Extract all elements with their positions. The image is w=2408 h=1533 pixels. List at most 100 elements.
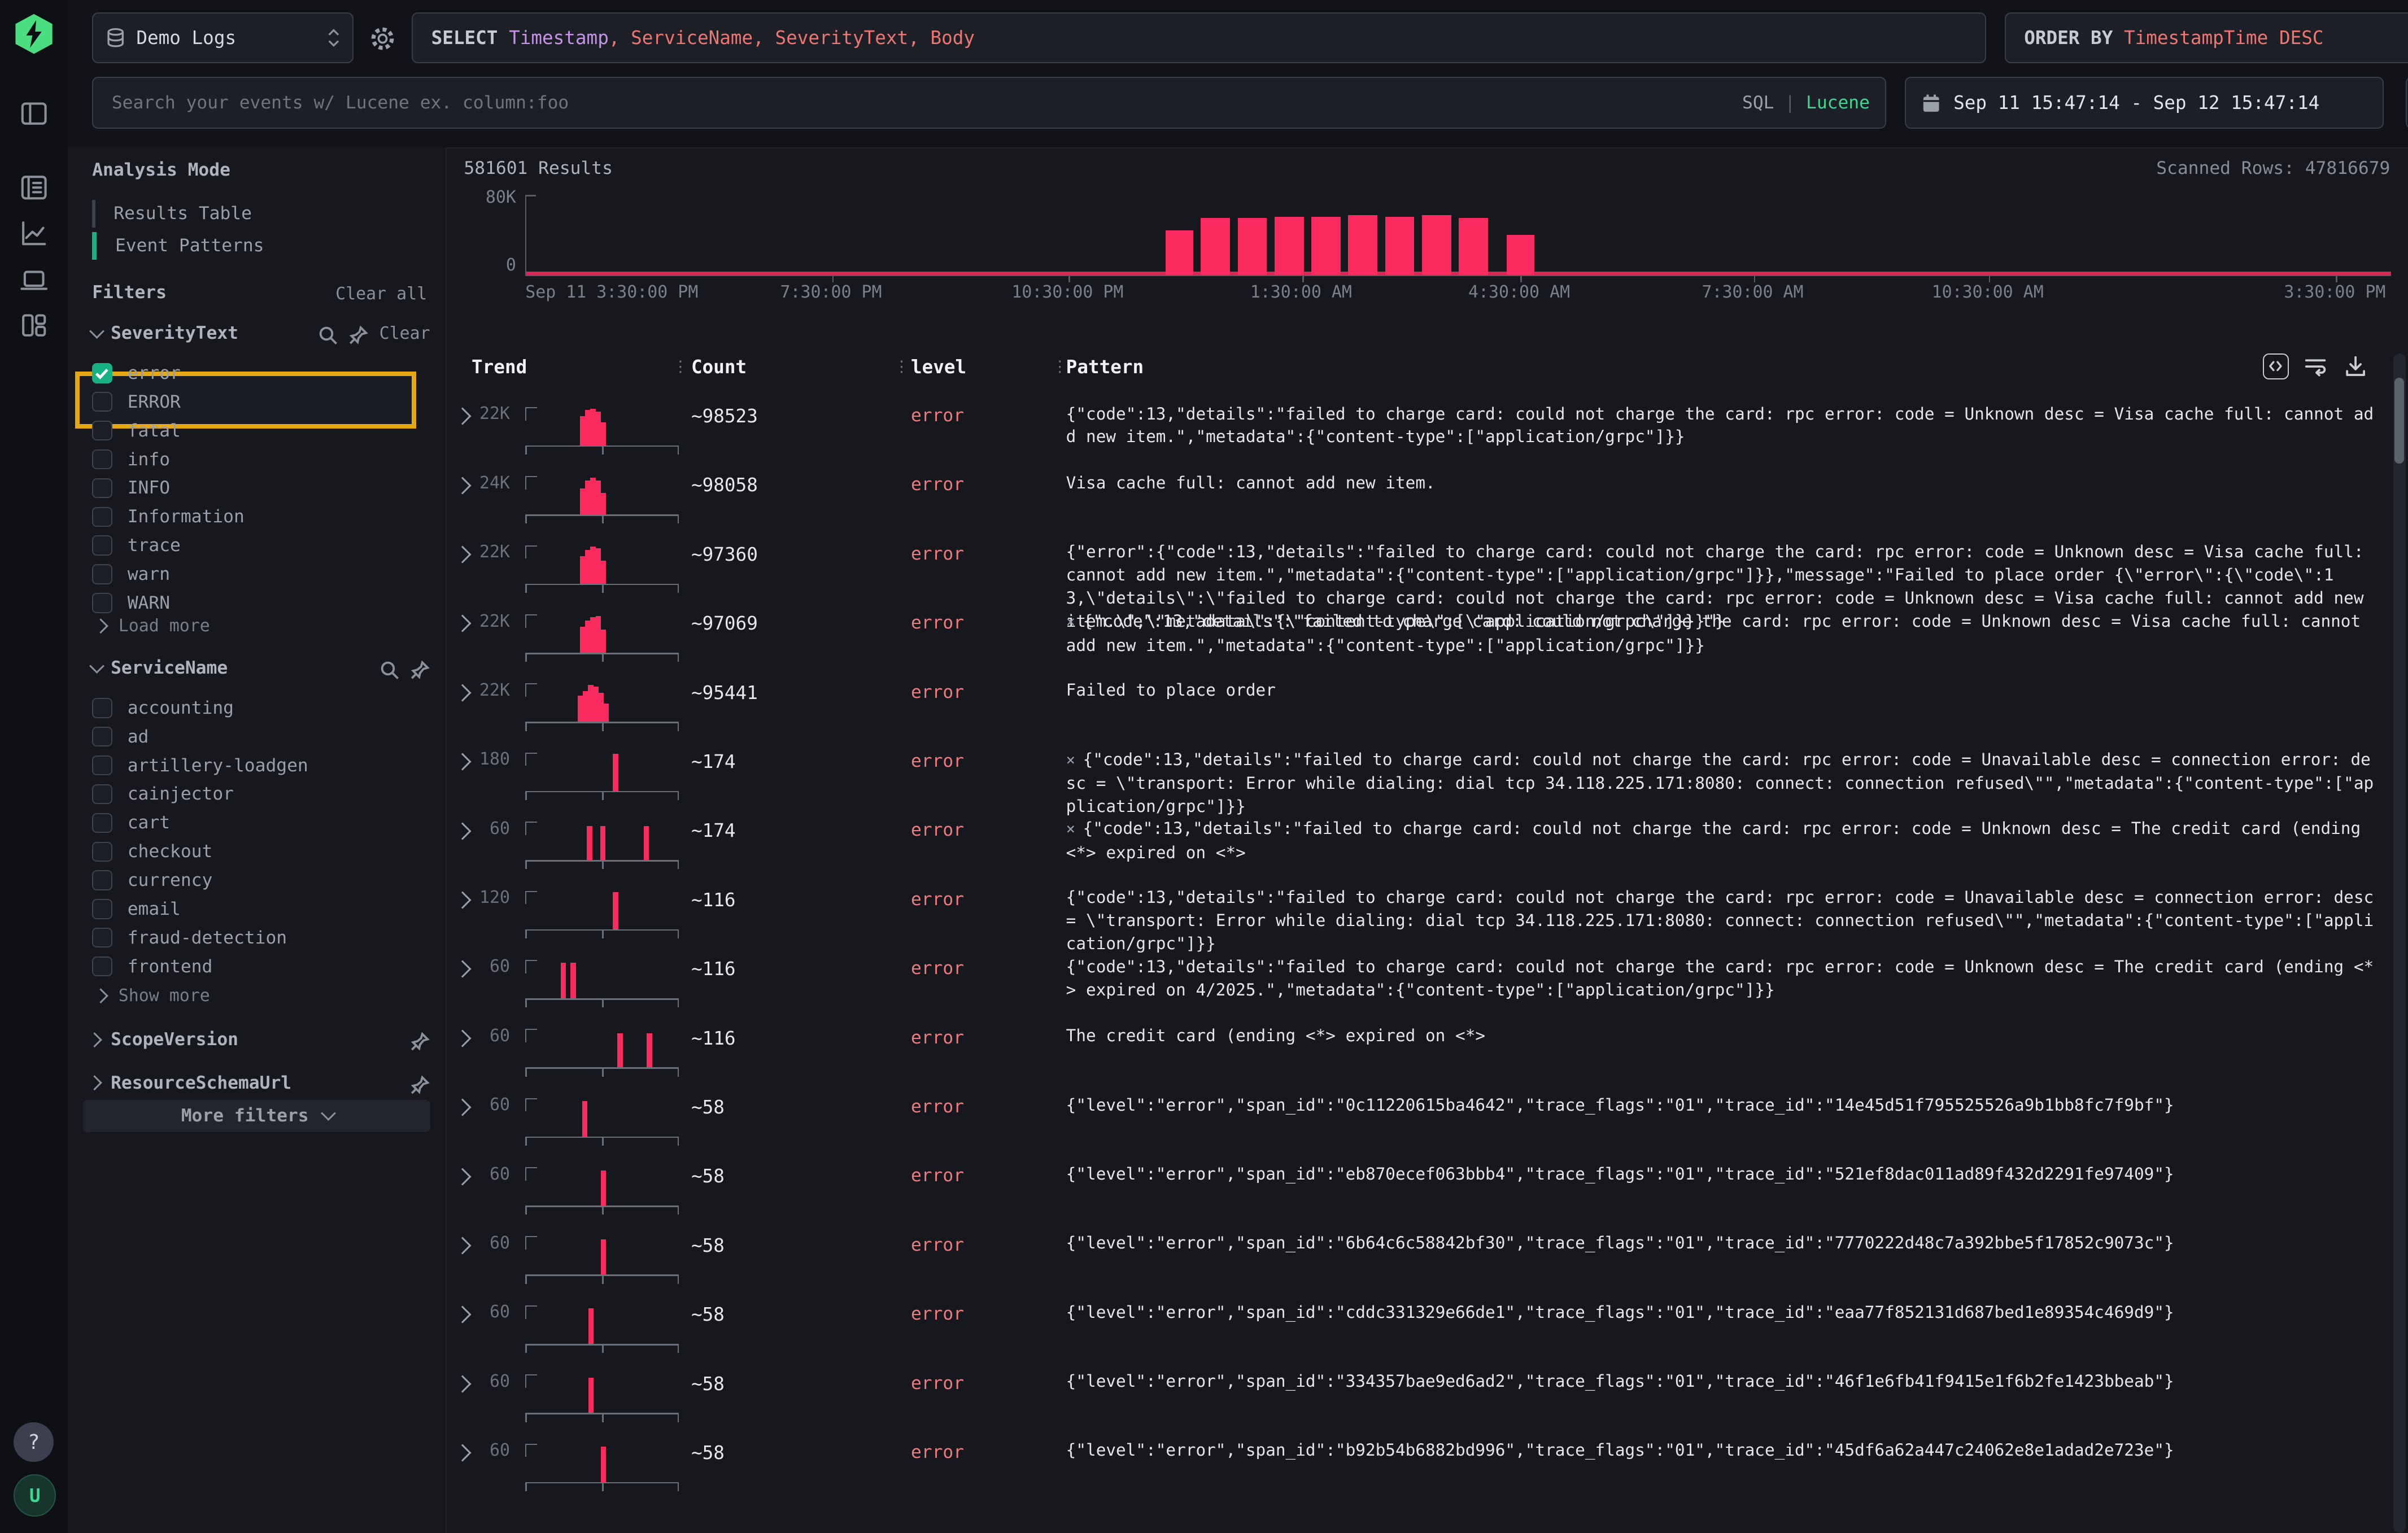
table-row[interactable]: 60 ~58 error ×{"level":"error","span_id"… xyxy=(446,1152,2408,1221)
histogram-bar[interactable] xyxy=(1385,217,1415,275)
resourceschemaurl-group-header[interactable]: ResourceSchemaUrl xyxy=(89,1071,430,1095)
vertical-scrollbar[interactable] xyxy=(2393,353,2406,1533)
severity-clear-button[interactable]: Clear xyxy=(379,324,430,343)
checkbox[interactable] xyxy=(92,535,112,555)
histogram-bar[interactable] xyxy=(1275,217,1304,275)
filter-option[interactable]: Information xyxy=(92,503,245,531)
service-show-more[interactable]: Show more xyxy=(95,986,210,1006)
column-resize-handle[interactable]: ⋮ xyxy=(894,358,909,375)
table-row[interactable]: 60 ~58 error ×{"level":"error","span_id"… xyxy=(446,1221,2408,1290)
histogram-bar[interactable] xyxy=(1348,215,1377,275)
filter-option[interactable]: cart xyxy=(92,809,170,837)
filter-option[interactable]: email xyxy=(92,895,181,923)
pattern-cell[interactable]: ×{"code":13,"details":"failed to charge … xyxy=(1066,817,2375,864)
scrollbar-thumb[interactable] xyxy=(2394,378,2403,464)
scopeversion-group-header[interactable]: ScopeVersion xyxy=(89,1028,430,1052)
pattern-cell[interactable]: ×{"code":13,"details":"failed to charge … xyxy=(1066,403,2375,449)
table-row[interactable]: 60 ~58 error ×{"level":"error","span_id"… xyxy=(446,1290,2408,1359)
chart-explorer-icon[interactable] xyxy=(19,218,49,248)
clear-all-button[interactable]: Clear all xyxy=(335,284,427,304)
filter-option[interactable]: WARN xyxy=(92,589,170,617)
table-row[interactable]: 120 ~116 error ×{"code":13,"details":"fa… xyxy=(446,875,2408,944)
histogram-bar[interactable] xyxy=(1459,218,1488,275)
table-row[interactable]: 22K ~95441 error ×Failed to place order xyxy=(446,668,2408,737)
column-resize-handle[interactable]: ⋮ xyxy=(673,358,688,375)
column-header-level[interactable]: level xyxy=(911,356,966,378)
filter-option[interactable]: fatal xyxy=(92,417,181,444)
pin-icon[interactable] xyxy=(410,1073,430,1093)
checkbox[interactable] xyxy=(92,564,112,584)
source-select[interactable]: Demo Logs xyxy=(92,12,353,63)
filter-option[interactable]: warn xyxy=(92,561,170,588)
filter-option[interactable]: cainjector xyxy=(92,780,234,808)
checkbox[interactable] xyxy=(92,727,112,746)
table-row[interactable]: 60 ~116 error ×{"code":13,"details":"fai… xyxy=(446,945,2408,1014)
histogram-bar[interactable] xyxy=(1201,218,1230,275)
table-row[interactable]: 60 ~58 error ×{"level":"error","span_id"… xyxy=(446,1082,2408,1151)
results-histogram[interactable] xyxy=(525,195,2391,276)
checkbox[interactable] xyxy=(92,813,112,833)
pattern-cell[interactable]: ×{"level":"error","span_id":"334357bae9e… xyxy=(1066,1370,2375,1393)
checkbox[interactable] xyxy=(92,392,112,412)
code-view-icon[interactable] xyxy=(2263,353,2289,379)
pin-icon[interactable] xyxy=(348,324,368,343)
analysis-mode-event-patterns[interactable]: Event Patterns xyxy=(92,229,264,263)
pattern-cell[interactable]: ×{"code":13,"details":"failed to charge … xyxy=(1066,955,2375,1002)
severity-load-more[interactable]: Load more xyxy=(95,616,210,636)
search-input[interactable] xyxy=(108,91,1742,115)
histogram-bar[interactable] xyxy=(1238,218,1267,275)
table-row[interactable]: 60 ~116 error ×The credit card (ending <… xyxy=(446,1014,2408,1082)
pattern-cell[interactable]: ×Failed to place order xyxy=(1066,679,2375,702)
checkbox[interactable] xyxy=(92,507,112,527)
mode-lucene[interactable]: Lucene xyxy=(1806,93,1870,113)
filter-option[interactable]: ad xyxy=(92,723,149,750)
filter-option[interactable]: ERROR xyxy=(92,388,181,416)
pattern-cell[interactable]: ×{"level":"error","span_id":"eb870ecef06… xyxy=(1066,1163,2375,1186)
checkbox[interactable] xyxy=(92,928,112,947)
pattern-cell[interactable]: ×{"level":"error","span_id":"0c11220615b… xyxy=(1066,1094,2375,1117)
table-row[interactable]: 22K ~97360 error ×{"error":{"code":13,"d… xyxy=(446,530,2408,599)
histogram-bar[interactable] xyxy=(1311,217,1341,275)
table-row[interactable]: 22K ~98523 error ×{"code":13,"details":"… xyxy=(446,392,2408,461)
hyperdx-logo-icon[interactable] xyxy=(12,12,55,55)
service-group-header[interactable]: ServiceName xyxy=(89,656,430,680)
pattern-cell[interactable]: ×{"level":"error","span_id":"b92b54b6882… xyxy=(1066,1439,2375,1462)
pin-icon[interactable] xyxy=(410,658,430,678)
filter-option[interactable]: trace xyxy=(92,532,181,560)
checkbox[interactable] xyxy=(92,755,112,775)
pattern-cell[interactable]: ×{"level":"error","span_id":"cddc331329e… xyxy=(1066,1301,2375,1324)
order-by-input[interactable]: ORDER BY TimestampTime DESC xyxy=(2005,12,2408,63)
column-header-pattern[interactable]: Pattern xyxy=(1066,356,1144,378)
column-header-count[interactable]: Count xyxy=(691,356,747,378)
pattern-cell[interactable]: ×The credit card (ending <*> expired on … xyxy=(1066,1024,2375,1047)
table-row[interactable]: 180 ~174 error ×{"code":13,"details":"fa… xyxy=(446,737,2408,806)
dashboards-icon[interactable] xyxy=(19,310,49,340)
analysis-mode-results-table[interactable]: Results Table xyxy=(92,196,252,230)
checkbox[interactable] xyxy=(92,899,112,919)
severity-group-header[interactable]: SeverityText Clear xyxy=(89,321,430,346)
user-avatar[interactable]: U xyxy=(14,1474,56,1517)
checkbox[interactable] xyxy=(92,478,112,498)
checkbox[interactable] xyxy=(92,957,112,976)
pattern-cell[interactable]: ×Visa cache full: cannot add new item. xyxy=(1066,471,2375,495)
search-logs-icon[interactable] xyxy=(19,172,49,203)
table-row[interactable]: 60 ~174 error ×{"code":13,"details":"fai… xyxy=(446,806,2408,875)
download-icon[interactable] xyxy=(2342,353,2368,379)
filter-option[interactable]: error xyxy=(92,359,181,387)
checkbox[interactable] xyxy=(92,870,112,890)
filter-option[interactable]: INFO xyxy=(92,474,170,502)
search-icon[interactable] xyxy=(318,324,338,343)
table-row[interactable]: 60 ~58 error ×{"level":"error","span_id"… xyxy=(446,1359,2408,1428)
histogram-bar[interactable] xyxy=(1166,230,1193,275)
sidebar-toggle-icon[interactable] xyxy=(19,98,49,129)
filter-option[interactable]: info xyxy=(92,446,170,473)
checkbox[interactable] xyxy=(92,421,112,440)
client-sessions-icon[interactable] xyxy=(19,264,49,295)
filter-option[interactable]: accounting xyxy=(92,694,234,722)
mode-sql[interactable]: SQL xyxy=(1742,93,1774,113)
histogram-bar[interactable] xyxy=(1507,235,1534,275)
checkbox[interactable] xyxy=(92,449,112,469)
help-button[interactable]: ? xyxy=(14,1422,54,1462)
more-filters-button[interactable]: More filters xyxy=(83,1100,430,1132)
table-row[interactable]: 60 ~58 error ×{"level":"error","span_id"… xyxy=(446,1428,2408,1497)
